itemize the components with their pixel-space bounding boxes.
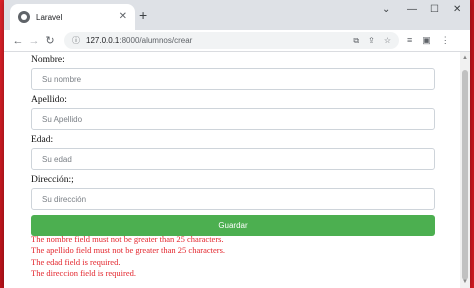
tab-close-icon[interactable]: ✕ xyxy=(119,12,127,22)
tab-search-icon[interactable]: ⌄ xyxy=(382,4,390,15)
maximize-button[interactable]: ☐ xyxy=(430,4,439,15)
tab-title: Laravel xyxy=(36,12,63,22)
browser-window: Laravel ✕ + ⌄ — ☐ ✕ ← → ↻ ⓘ 127.0.0.1 :8… xyxy=(4,0,470,288)
url-path: :8000/alumnos/crear xyxy=(119,36,193,45)
globe-icon xyxy=(18,11,30,23)
side-panel-icon[interactable]: ▣ xyxy=(422,35,431,46)
nombre-label: Nombre: xyxy=(31,55,65,65)
error-list: The nombre field must not be greater tha… xyxy=(31,234,225,279)
apellido-label: Apellido: xyxy=(31,95,67,105)
tab-laravel[interactable]: Laravel ✕ xyxy=(10,4,135,30)
vertical-scrollbar[interactable]: ▲ ▼ xyxy=(460,52,470,288)
error-message: The direccion field is required. xyxy=(31,267,137,278)
scroll-up-icon[interactable]: ▲ xyxy=(462,55,468,61)
error-message: The nombre field must not be greater tha… xyxy=(31,234,224,244)
scrollbar-thumb[interactable] xyxy=(462,70,468,280)
direccion-label: Dirección:; xyxy=(31,175,74,185)
url-host: 127.0.0.1 xyxy=(86,36,120,45)
reading-list-icon[interactable]: ≡ xyxy=(407,35,412,46)
error-message: The apellido field must not be greater t… xyxy=(31,245,226,256)
forward-button[interactable]: → xyxy=(26,35,42,47)
site-info-icon[interactable]: ⓘ xyxy=(72,35,80,46)
share-icon[interactable]: ⇪ xyxy=(368,36,375,46)
edad-input[interactable]: Su edad xyxy=(31,148,435,170)
reload-button[interactable]: ↻ xyxy=(42,34,58,47)
alumno-form: Nombre: Su nombre Apellido: Su Apellido … xyxy=(31,52,435,236)
back-button[interactable]: ← xyxy=(10,35,26,47)
menu-icon[interactable]: ⋮ xyxy=(441,35,450,46)
scroll-down-icon[interactable]: ▼ xyxy=(462,279,468,285)
nombre-input[interactable]: Su nombre xyxy=(31,68,435,90)
translate-icon[interactable]: ⧉ xyxy=(353,36,359,46)
browser-toolbar: ← → ↻ ⓘ 127.0.0.1 :8000/alumnos/crear ⧉ … xyxy=(4,30,470,52)
error-message: The edad field is required. xyxy=(31,256,121,267)
direccion-input[interactable]: Su dirección xyxy=(31,188,435,210)
edad-label: Edad: xyxy=(31,135,54,145)
guardar-button[interactable]: Guardar xyxy=(31,215,435,236)
bookmark-star-icon[interactable]: ☆ xyxy=(384,36,391,46)
close-window-button[interactable]: ✕ xyxy=(453,4,461,15)
tab-strip: Laravel ✕ + ⌄ — ☐ ✕ xyxy=(4,0,470,30)
apellido-input[interactable]: Su Apellido xyxy=(31,108,435,130)
minimize-button[interactable]: — xyxy=(407,4,417,15)
new-tab-button[interactable]: + xyxy=(139,8,147,22)
page-content: Nombre: Su nombre Apellido: Su Apellido … xyxy=(4,52,460,288)
address-bar[interactable]: ⓘ 127.0.0.1 :8000/alumnos/crear ⧉ ⇪ ☆ xyxy=(64,32,399,49)
